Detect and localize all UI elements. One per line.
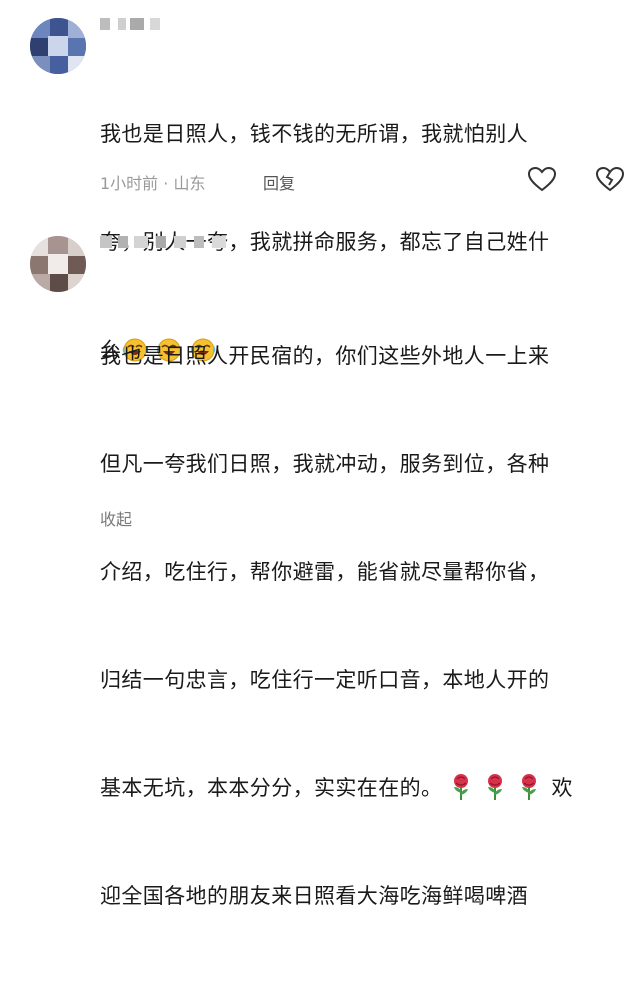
- avatar[interactable]: [30, 18, 86, 74]
- rose-icon: [517, 773, 541, 801]
- comment-text-line: 归结一句忠言，吃住行一定听口音，本地人开的: [100, 668, 550, 692]
- username-redacted[interactable]: [100, 236, 240, 248]
- rose-icon: [483, 773, 507, 801]
- comment-meta: 1小时前 · 山东: [100, 174, 206, 193]
- comment-text-line: 迎全国各地的朋友来日照看大海吃海鲜喝啤酒: [100, 884, 528, 908]
- comment-text-line: 但凡一夸我们日照，我就冲动，服务到位，各种: [100, 452, 550, 476]
- comment-text: 我也是日照人开民宿的，你们这些外地人一上来 但凡一夸我们日照，我就冲动，服务到位…: [100, 266, 620, 986]
- username-redacted[interactable]: [100, 18, 170, 30]
- broken-heart-outline-icon[interactable]: [594, 164, 626, 196]
- heart-outline-icon[interactable]: [526, 164, 558, 196]
- comment-text-line: 基本无坑，本本分分，实实在在的。 欢: [100, 770, 620, 806]
- reply-button[interactable]: 回复: [263, 170, 295, 194]
- comment-item: 我也是日照人，钱不钱的无所谓，我就怕别人 夸，别人一夸，我就拼命服务，都忘了自己…: [0, 0, 640, 362]
- avatar[interactable]: [30, 236, 86, 292]
- comment-text-line: 介绍，吃住行，帮你避雷，能省就尽量帮你省，: [100, 560, 550, 584]
- comment-text-line: 我也是日照人开民宿的，你们这些外地人一上来: [100, 344, 550, 368]
- comment-item: 我也是日照人开民宿的，你们这些外地人一上来 但凡一夸我们日照，我就冲动，服务到位…: [0, 210, 640, 908]
- collapse-button[interactable]: 收起: [100, 506, 132, 530]
- rose-icon: [449, 773, 473, 801]
- comment-text-line: 我也是日照人，钱不钱的无所谓，我就怕别人: [100, 122, 528, 146]
